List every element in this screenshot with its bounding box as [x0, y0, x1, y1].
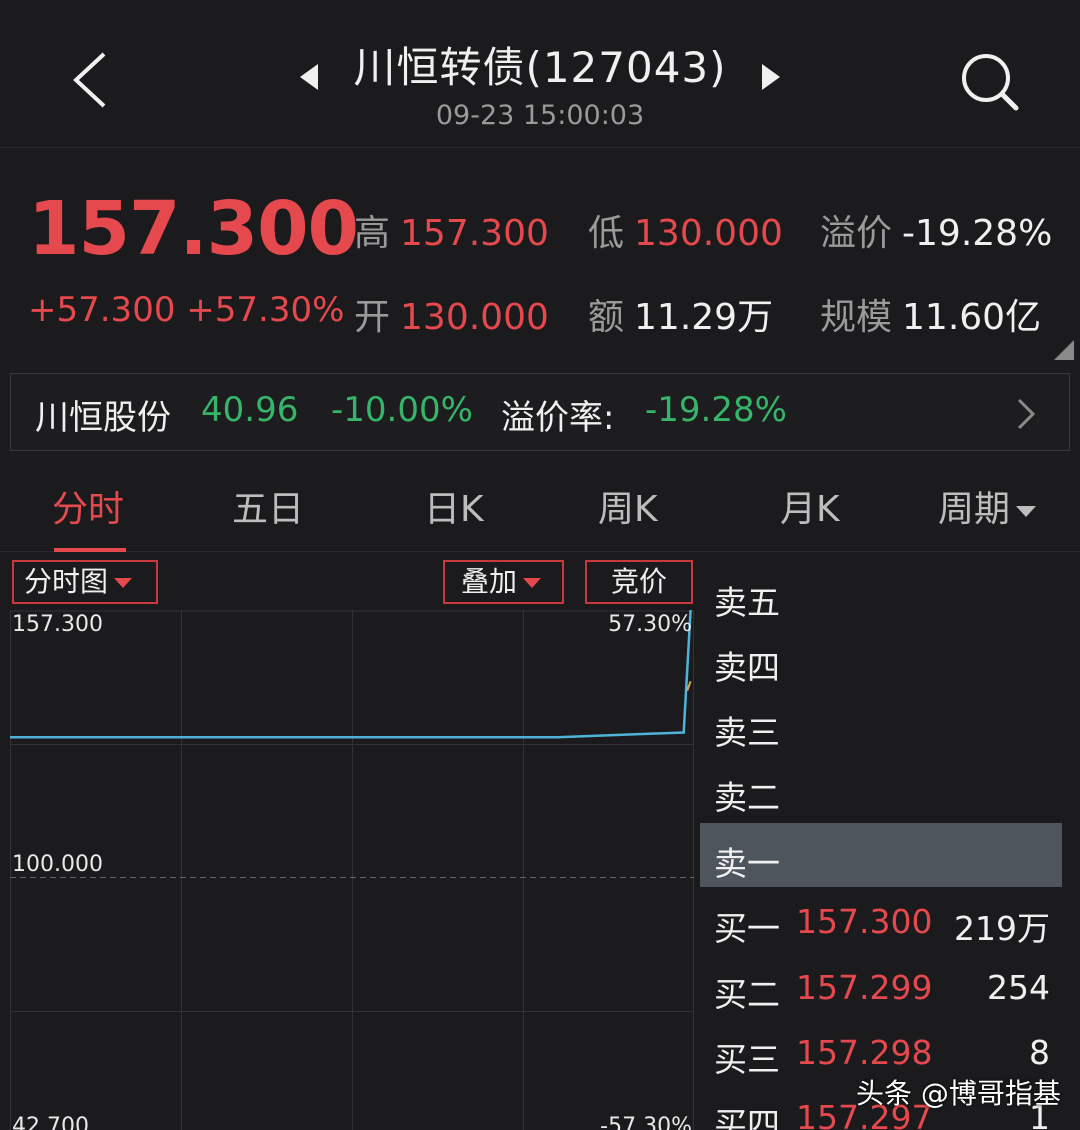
change-amount: +57.300 — [28, 290, 176, 330]
chart-type-select[interactable]: 分时图 — [12, 560, 158, 604]
ask-label: 卖四 — [714, 648, 780, 687]
chart-top-price: 157.300 — [12, 612, 103, 637]
bid-price: 157.298 — [796, 1033, 933, 1072]
premium-value: -19.28% — [902, 213, 1053, 254]
price-change: +57.300 +57.30% — [28, 290, 344, 330]
dropdown-arrow-icon — [523, 578, 542, 588]
high-value: 157.300 — [400, 213, 549, 254]
tab-five-day[interactable]: 五日 — [232, 480, 304, 532]
scale-stat: 规模 11.60亿 — [820, 297, 1042, 338]
ask-row[interactable]: 卖二 — [700, 757, 1062, 821]
bid-label: 买二 — [714, 975, 780, 1014]
next-security-icon[interactable] — [762, 64, 780, 90]
intraday-chart-svg — [10, 609, 694, 1130]
ask-row-highlighted[interactable]: 卖一 — [700, 823, 1062, 887]
scale-value: 11.60亿 — [902, 297, 1042, 338]
amount-value: 11.29万 — [634, 297, 774, 338]
last-price: 157.300 — [28, 186, 359, 272]
bid-label: 买一 — [714, 909, 780, 948]
search-icon[interactable] — [958, 50, 1022, 114]
active-tab-indicator — [54, 548, 126, 552]
change-percent: +57.30% — [186, 290, 345, 330]
stock-change-percent: -10.00% — [331, 390, 473, 430]
chart-mid-price: 100.000 — [12, 852, 103, 877]
tab-monthly-k[interactable]: 月K — [780, 480, 840, 532]
ask-row[interactable]: 卖三 — [700, 692, 1062, 756]
chart-top-percent: 57.30% — [608, 612, 692, 637]
bid-label: 买四 — [714, 1105, 780, 1130]
premium-stat: 溢价 -19.28% — [820, 213, 1053, 254]
ask-label: 卖三 — [714, 713, 780, 752]
bid-volume: 219万 — [954, 909, 1050, 948]
tab-intraday[interactable]: 分时 — [52, 480, 124, 532]
bid-volume: 254 — [987, 968, 1050, 1007]
low-value: 130.000 — [634, 213, 783, 254]
ask-label: 卖二 — [714, 778, 780, 817]
ask-row[interactable]: 卖五 — [700, 562, 1062, 626]
intraday-chart[interactable]: 157.300 57.30% 100.000 42.700 -57.30% — [10, 609, 694, 1130]
bid-row[interactable]: 买二 157.299 254 — [700, 954, 1062, 1018]
underlying-stock-bar[interactable]: 川恒股份 40.96 -10.00% 溢价率: -19.28% — [10, 373, 1070, 451]
ask-label: 卖五 — [714, 583, 780, 622]
ask-label: 卖一 — [714, 844, 780, 883]
bid-volume: 8 — [1029, 1033, 1050, 1072]
chevron-right-icon — [1017, 398, 1036, 430]
page-title: 川恒转债(127043) — [353, 43, 727, 92]
tab-period-label: 周期 — [938, 489, 1011, 530]
chart-bottom-percent: -57.30% — [600, 1114, 692, 1130]
quote-timestamp: 09-23 15:00:03 — [435, 100, 645, 131]
amount-stat: 额 11.29万 — [588, 297, 774, 338]
dropdown-arrow-icon — [114, 578, 133, 588]
header-bar: 川恒转债(127043) 09-23 15:00:03 — [0, 0, 1080, 148]
bid-label: 买三 — [714, 1040, 780, 1079]
tab-period[interactable]: 周期 — [938, 480, 1037, 532]
tab-daily-k[interactable]: 日K — [424, 480, 484, 532]
premium-rate-label: 溢价率: — [501, 398, 615, 438]
expand-corner-icon[interactable] — [1054, 340, 1074, 360]
bid-price: 157.300 — [796, 902, 933, 941]
chart-period-tabs: 分时 五日 日K 周K 月K 周期 — [0, 470, 1080, 552]
chart-bottom-price: 42.700 — [12, 1114, 89, 1130]
price-line — [10, 609, 692, 739]
open-value: 130.000 — [400, 297, 549, 338]
stock-name: 川恒股份 — [35, 398, 171, 438]
overlay-select[interactable]: 叠加 — [443, 560, 564, 604]
dropdown-arrow-icon — [1016, 505, 1037, 517]
ask-row[interactable]: 卖四 — [700, 627, 1062, 691]
low-stat: 低 130.000 — [588, 213, 783, 254]
stock-price: 40.96 — [201, 390, 299, 430]
watermark: 头条 @博哥指基 — [856, 1077, 1061, 1110]
bid-price: 157.299 — [796, 968, 933, 1007]
auction-button[interactable]: 竞价 — [585, 560, 693, 604]
bid-row[interactable]: 买一 157.300 219万 — [700, 888, 1062, 952]
open-stat: 开 130.000 — [354, 297, 549, 338]
tab-weekly-k[interactable]: 周K — [598, 480, 658, 532]
high-stat: 高 157.300 — [354, 213, 549, 254]
premium-rate-value: -19.28% — [645, 390, 787, 430]
